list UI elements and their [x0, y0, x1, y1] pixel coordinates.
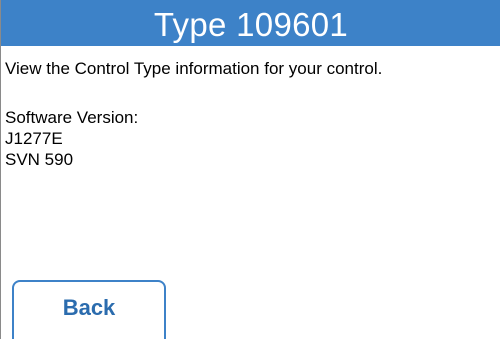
svn-value: SVN 590	[5, 150, 74, 169]
software-version-label: Software Version:	[5, 108, 139, 127]
back-button-label: Back	[62, 295, 116, 320]
description-text: View the Control Type information for yo…	[5, 59, 383, 78]
page-title: Type 109601	[153, 5, 349, 43]
title-bar: Type 109601	[1, 0, 500, 46]
software-version-value: J1277E	[5, 129, 63, 148]
control-type-screen: Type 109601 View the Control Type inform…	[0, 0, 500, 339]
back-button[interactable]: Back	[12, 280, 166, 339]
